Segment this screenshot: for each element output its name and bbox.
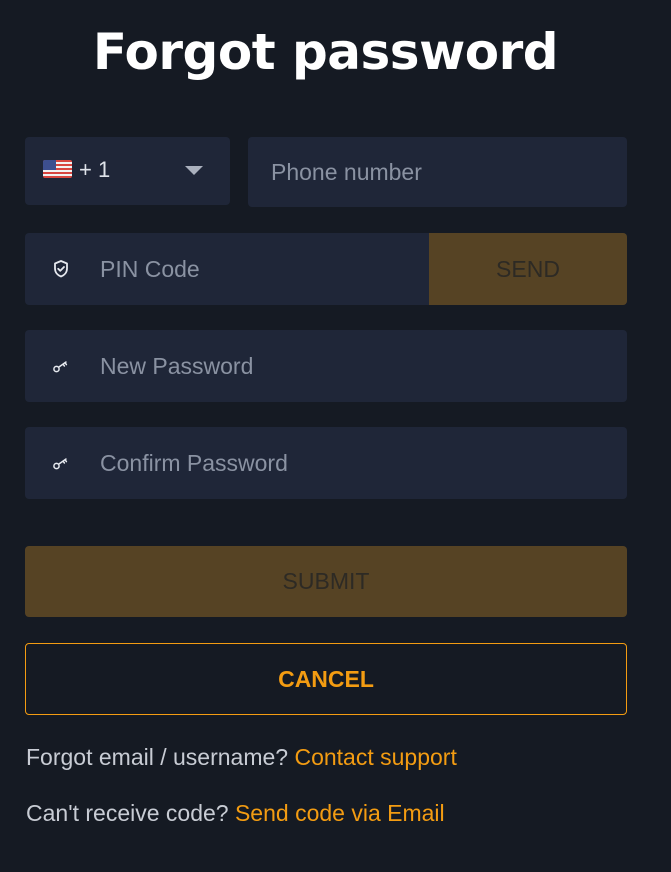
dial-code: + 1 [79, 157, 111, 182]
page-title: Forgot password [92, 23, 559, 81]
key-icon [53, 458, 68, 470]
new-password-field [25, 330, 627, 402]
contact-support-link[interactable]: Contact support [294, 744, 456, 770]
country-code-select[interactable]: + 1 [25, 137, 230, 205]
key-icon [53, 361, 68, 373]
chevron-down-icon [185, 166, 203, 175]
phone-field [248, 137, 627, 207]
us-flag-icon [43, 160, 72, 178]
send-code-button[interactable]: SEND [429, 233, 627, 305]
no-code-help: Can't receive code? Send code via Email [26, 798, 445, 828]
pin-field: SEND [25, 233, 627, 305]
no-code-text: Can't receive code? [26, 800, 229, 826]
forgot-password-page: Forgot password + 1 SEND SUBMIT CANCEL F… [0, 0, 671, 872]
confirm-password-field [25, 427, 627, 499]
pin-code-input[interactable] [100, 233, 420, 305]
shield-check-icon [54, 260, 68, 278]
submit-button[interactable]: SUBMIT [25, 546, 627, 617]
cancel-button[interactable]: CANCEL [25, 643, 627, 715]
forgot-email-help: Forgot email / username? Contact support [26, 742, 457, 772]
new-password-input[interactable] [100, 330, 600, 402]
phone-number-input[interactable] [271, 137, 611, 207]
forgot-email-text: Forgot email / username? [26, 744, 289, 770]
confirm-password-input[interactable] [100, 427, 600, 499]
send-code-email-link[interactable]: Send code via Email [235, 800, 445, 826]
